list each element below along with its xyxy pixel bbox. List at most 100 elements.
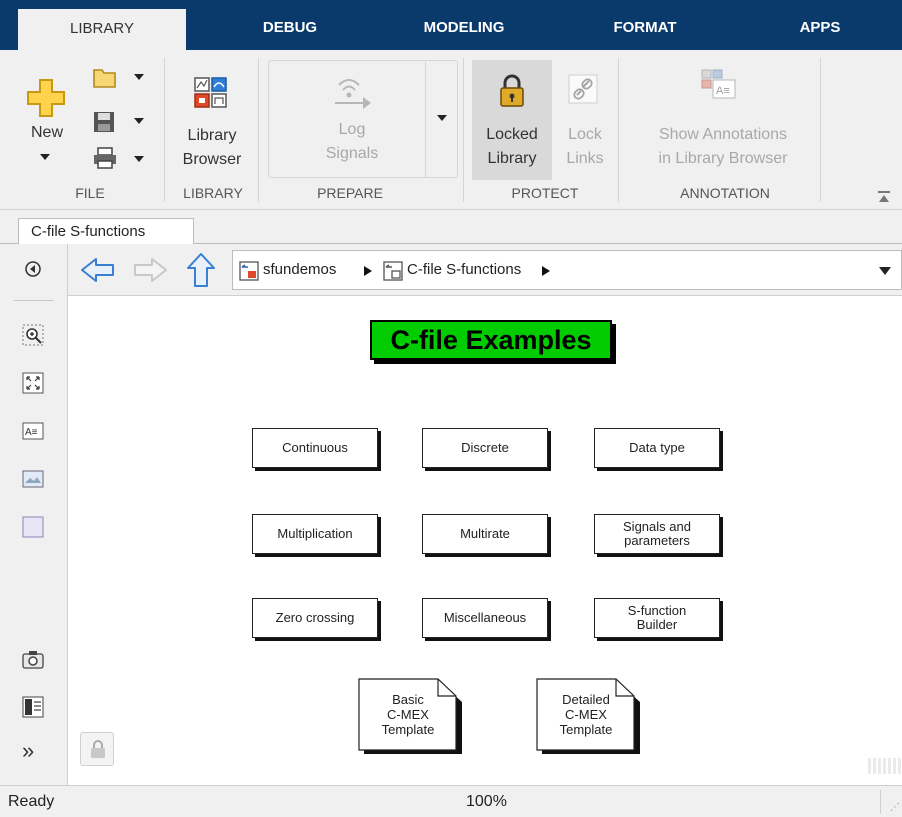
collapse-ribbon-icon[interactable]	[876, 190, 892, 204]
library-browser-icon	[194, 77, 227, 108]
new-label: New	[30, 124, 63, 141]
scroll-grip[interactable]	[868, 758, 902, 774]
ribbon: New FILE Library Browser LIBRARY Log Sig…	[0, 50, 902, 210]
tab-modeling[interactable]: MODELING	[404, 0, 524, 50]
status-divider	[880, 790, 881, 814]
block-label-line2: Builder	[636, 617, 678, 632]
svg-text:A≡: A≡	[25, 427, 38, 438]
protect-section-label: PROTECT	[511, 185, 579, 201]
template-line3: Template	[381, 722, 435, 737]
property-inspector-icon[interactable]	[22, 696, 44, 718]
file-section-label: FILE	[75, 185, 105, 201]
document-tab-strip: C-file S-functions	[0, 210, 902, 245]
new-dropdown-arrow	[40, 154, 50, 160]
breadcrumb-chevron-icon	[364, 266, 372, 276]
title-annotation[interactable]: C-file Examples	[370, 320, 612, 360]
ribbon-separator	[258, 58, 259, 202]
locked-library-button[interactable]: Locked Library	[472, 60, 552, 180]
tab-format[interactable]: FORMAT	[590, 0, 700, 50]
save-dropdown-arrow[interactable]	[134, 118, 144, 124]
block-multirate[interactable]: Multirate	[422, 514, 548, 554]
breadcrumb-current[interactable]: C-file S-functions	[407, 261, 521, 278]
open-dropdown-arrow[interactable]	[134, 74, 144, 80]
split-divider	[425, 61, 426, 177]
status-text: Ready	[8, 793, 55, 810]
zoom-in-icon[interactable]	[22, 324, 44, 346]
template-label: Detailed C-MEX Template	[536, 692, 636, 737]
tab-apps[interactable]: APPS	[780, 0, 860, 50]
block-label-line1: S-function	[627, 603, 687, 618]
breadcrumb-root[interactable]: sfundemos	[263, 261, 336, 278]
image-tool-icon[interactable]	[22, 468, 44, 490]
lock-icon	[91, 740, 105, 758]
ribbon-separator	[164, 58, 165, 202]
resize-grip-icon[interactable]: ⋰	[890, 802, 900, 813]
annotation-tool-icon[interactable]: A≡	[22, 420, 44, 442]
template-line2: C-MEX	[565, 707, 607, 722]
open-folder-icon[interactable]	[92, 66, 118, 90]
show-annotations-label-line1: Show Annotations	[658, 126, 788, 143]
basic-cmex-template-block[interactable]: Basic C-MEX Template	[358, 678, 470, 754]
model-canvas[interactable]: C-file Examples Continuous Discrete Data…	[68, 296, 902, 785]
template-line3: Template	[559, 722, 613, 737]
address-breadcrumb[interactable]: sfundemos C-file S-functions	[232, 250, 902, 290]
tab-library[interactable]: LIBRARY	[18, 9, 186, 50]
hide-browser-icon[interactable]	[22, 258, 44, 280]
log-signals-label-line2: Signals	[325, 145, 379, 162]
svg-text:A≡: A≡	[716, 85, 730, 97]
block-s-function-builder[interactable]: S-function Builder	[594, 598, 720, 638]
log-signals-button[interactable]: Log Signals	[268, 60, 458, 178]
locked-library-label-line2: Library	[487, 150, 537, 167]
forward-arrow-icon[interactable]	[132, 256, 168, 284]
template-line1: Detailed	[562, 692, 610, 707]
breadcrumb-dropdown-arrow[interactable]	[879, 267, 891, 275]
show-annotations-label-line2: in Library Browser	[658, 150, 788, 167]
print-icon[interactable]	[92, 146, 118, 170]
block-label-line1: Signals and	[623, 519, 691, 534]
block-zero-crossing[interactable]: Zero crossing	[252, 598, 378, 638]
lock-links-label-line2: Links	[566, 150, 604, 167]
block-signals-and-parameters[interactable]: Signals and parameters	[594, 514, 720, 554]
ribbon-separator	[820, 58, 821, 202]
toolbar-divider	[14, 300, 54, 301]
lock-icon	[500, 74, 524, 107]
log-signals-dropdown-arrow[interactable]	[437, 115, 447, 121]
save-icon[interactable]	[92, 110, 116, 134]
template-line2: C-MEX	[387, 707, 429, 722]
annotation-section-label: ANNOTATION	[680, 185, 770, 201]
log-signals-label-line1: Log	[338, 121, 366, 138]
template-line1: Basic	[392, 692, 424, 707]
block-discrete[interactable]: Discrete	[422, 428, 548, 468]
library-section-label: LIBRARY	[183, 185, 243, 201]
explorer-bar: sfundemos C-file S-functions	[68, 244, 902, 296]
fit-to-view-icon[interactable]	[22, 372, 44, 394]
block-continuous[interactable]: Continuous	[252, 428, 378, 468]
detailed-cmex-template-block[interactable]: Detailed C-MEX Template	[536, 678, 648, 754]
tab-c-file-s-functions[interactable]: C-file S-functions	[18, 218, 194, 245]
block-miscellaneous[interactable]: Miscellaneous	[422, 598, 548, 638]
block-multiplication[interactable]: Multiplication	[252, 514, 378, 554]
area-tool-icon[interactable]	[22, 516, 44, 538]
library-lock-indicator[interactable]	[80, 732, 114, 766]
ribbon-separator	[463, 58, 464, 202]
library-browser-label-line2: Browser	[182, 151, 242, 168]
prepare-section-label: PREPARE	[317, 185, 383, 201]
ribbon-tab-bar: LIBRARY DEBUG MODELING FORMAT APPS	[0, 0, 902, 50]
subsystem-icon	[383, 261, 403, 281]
print-dropdown-arrow[interactable]	[134, 156, 144, 162]
block-label-line2: parameters	[624, 533, 690, 548]
link-icon	[568, 74, 598, 104]
tab-debug[interactable]: DEBUG	[240, 0, 340, 50]
left-toolbar: A≡ »	[0, 244, 68, 785]
back-arrow-icon[interactable]	[80, 256, 116, 284]
locked-library-label-line1: Locked	[486, 126, 538, 143]
up-arrow-icon[interactable]	[186, 252, 216, 288]
block-data-type[interactable]: Data type	[594, 428, 720, 468]
zoom-level[interactable]: 100%	[466, 793, 507, 811]
status-bar: Ready 100% ⋰	[0, 785, 902, 817]
expand-toolbar-icon[interactable]: »	[22, 740, 34, 762]
camera-icon[interactable]	[22, 648, 44, 670]
plus-icon	[27, 79, 65, 117]
annotations-icon: A≡	[701, 69, 736, 99]
breadcrumb-chevron-icon	[542, 266, 550, 276]
